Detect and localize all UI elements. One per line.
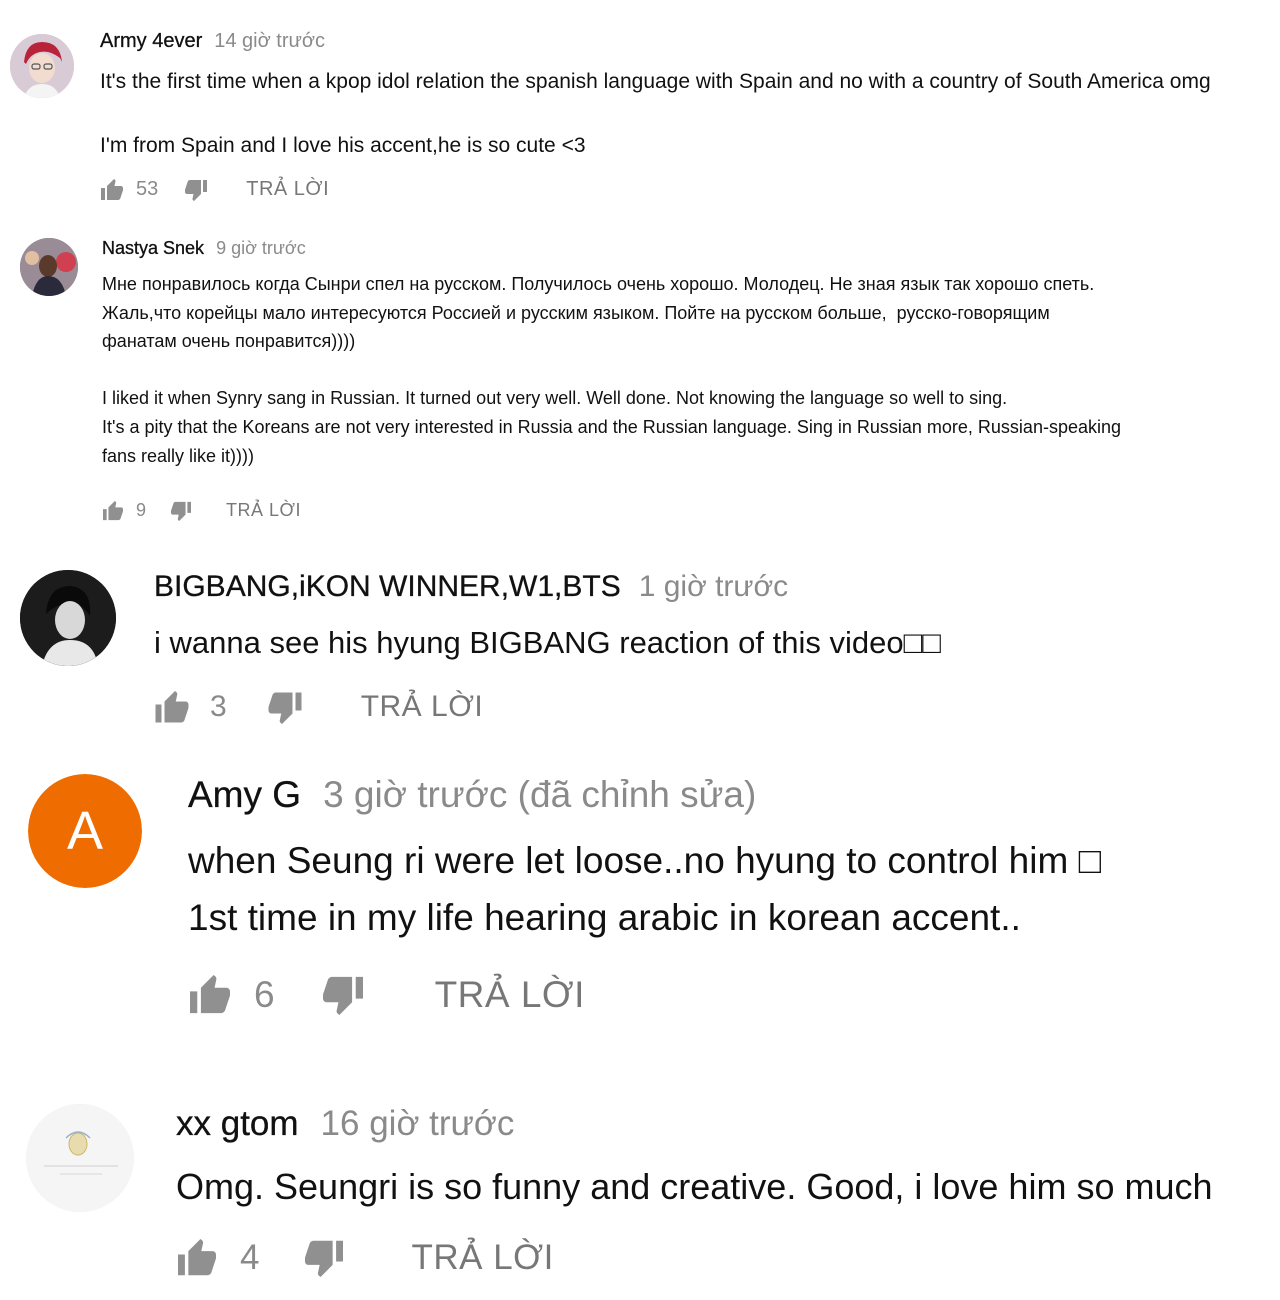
reply-button[interactable]: TRẢ LỜI (411, 1238, 553, 1278)
reply-button[interactable]: TRẢ LỜI (226, 500, 301, 521)
reply-button[interactable]: TRẢ LỜI (435, 974, 585, 1016)
comment-text: i wanna see his hyung BIGBANG reaction o… (154, 625, 942, 660)
author-name[interactable]: BIGBANG,iKON WINNER,W1,BTS (154, 570, 621, 604)
like-count: 3 (210, 690, 227, 723)
timestamp[interactable]: 9 giờ trước (216, 238, 306, 259)
author-name[interactable]: Army 4ever (100, 30, 203, 53)
like-count: 53 (136, 178, 159, 200)
comment-actions: 9 TRẢ LỜI (102, 500, 1121, 521)
like-count: 4 (240, 1238, 260, 1277)
thumbs-down-icon[interactable] (303, 1239, 345, 1277)
thumbs-down-icon[interactable] (267, 691, 303, 724)
timestamp[interactable]: 14 giờ trước (214, 30, 325, 53)
like-count: 9 (136, 500, 147, 521)
timestamp[interactable]: 1 giờ trước (639, 570, 788, 604)
comment-actions: 3 TRẢ LỜI (154, 690, 941, 724)
comment-actions: 6 TRẢ LỜI (188, 974, 1101, 1016)
comment-header: BIGBANG,iKON WINNER,W1,BTS 1 giờ trước (154, 570, 941, 616)
timestamp[interactable]: 3 giờ trước (đã chỉnh sửa) (323, 774, 756, 816)
reply-button[interactable]: TRẢ LỜI (361, 690, 484, 724)
thumbs-up-icon[interactable] (102, 500, 124, 521)
avatar[interactable]: A (28, 774, 142, 888)
thumbs-up-icon[interactable] (176, 1239, 218, 1277)
comment-item: BIGBANG,iKON WINNER,W1,BTS 1 giờ trước i… (0, 570, 1280, 750)
comment-header: Amy G 3 giờ trước (đã chỉnh sửa) (188, 774, 1101, 828)
thumbs-down-icon[interactable] (170, 501, 192, 521)
author-name[interactable]: Nastya Snek (102, 238, 204, 259)
comment-header: Army 4ever 14 giờ trước (100, 30, 1211, 64)
comment-actions: 53 TRẢ LỜI (100, 178, 1211, 201)
profile-photo-icon (10, 34, 74, 98)
avatar[interactable] (20, 238, 78, 296)
comment-item: Army 4ever 14 giờ trước It's the first t… (0, 30, 1280, 220)
comment-header: xx gtom 16 giờ trước (176, 1104, 1213, 1154)
comment-text: It's the first time when a kpop idol rel… (100, 70, 1211, 157)
avatar[interactable] (26, 1104, 134, 1212)
avatar[interactable] (10, 34, 74, 98)
comment-text: Omg. Seungri is so funny and creative. G… (176, 1166, 1213, 1207)
profile-photo-icon (20, 238, 78, 296)
comment-text: Мне понравилось когда Сынри спел на русс… (102, 274, 1122, 466)
thumbs-up-icon[interactable] (188, 975, 232, 1015)
comment-header: Nastya Snek 9 giờ trước (102, 238, 1121, 266)
comment-item: A Amy G 3 giờ trước (đã chỉnh sửa) when … (0, 774, 1280, 1054)
author-name[interactable]: xx gtom (176, 1104, 299, 1144)
author-name[interactable]: Amy G (188, 774, 301, 816)
thumbs-down-icon[interactable] (321, 975, 365, 1015)
thumbs-up-icon[interactable] (100, 178, 124, 201)
profile-photo-icon (26, 1104, 134, 1212)
comment-actions: 4 TRẢ LỜI (176, 1238, 1213, 1278)
reply-button[interactable]: TRẢ LỜI (246, 178, 329, 201)
profile-photo-icon (20, 570, 116, 666)
thumbs-down-icon[interactable] (184, 179, 208, 201)
comment-text: when Seung ri were let loose..no hyung t… (188, 840, 1101, 938)
comment-item: Nastya Snek 9 giờ trước Мне понравилось … (0, 238, 1280, 538)
thumbs-up-icon[interactable] (154, 690, 190, 724)
avatar[interactable] (20, 570, 116, 666)
avatar-letter: A (66, 801, 104, 861)
like-count: 6 (254, 974, 275, 1015)
timestamp[interactable]: 16 giờ trước (321, 1104, 515, 1144)
comment-item: xx gtom 16 giờ trước Omg. Seungri is so … (0, 1104, 1280, 1300)
